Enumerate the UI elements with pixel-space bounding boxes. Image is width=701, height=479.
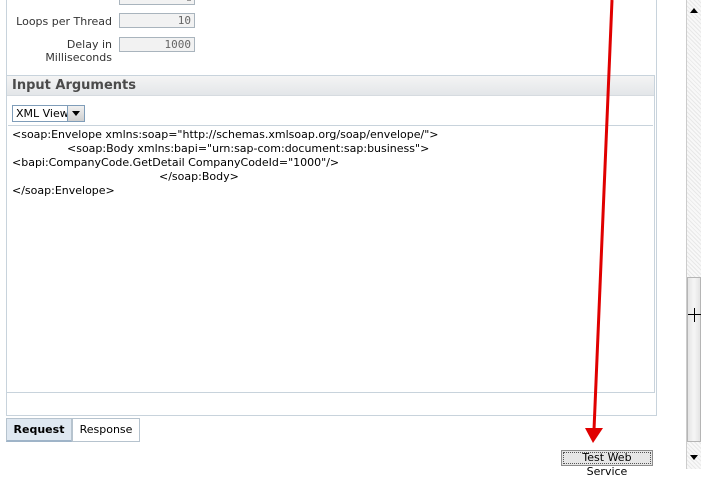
xml-line: <bapi:CompanyCode.GetDetail CompanyCodeI… [12, 156, 340, 169]
arrow-head-icon [585, 428, 603, 443]
test-web-service-button[interactable]: Test Web Service [561, 450, 653, 478]
tab-response[interactable]: Response [72, 418, 140, 442]
delay-input[interactable]: 1000 [119, 37, 195, 52]
tab-request[interactable]: Request [6, 418, 72, 442]
crosshair-cursor-icon [688, 308, 701, 322]
xml-line: </soap:Envelope> [12, 184, 115, 197]
input-arguments-section: Input Arguments XML View <soap:Envelope … [6, 75, 655, 393]
scrollbar-thumb[interactable] [687, 277, 701, 442]
xml-line: <soap:Envelope xmlns:soap="http://schema… [12, 128, 439, 141]
scroll-down-icon[interactable] [687, 450, 701, 464]
loops-input[interactable]: 10 [119, 13, 195, 28]
thread-count-input[interactable] [119, 0, 195, 5]
xml-editor[interactable]: <soap:Envelope xmlns:soap="http://schema… [8, 125, 653, 391]
loops-label: Loops per Thread [16, 15, 112, 28]
view-select[interactable]: XML View [12, 105, 85, 122]
view-select-value: XML View [16, 107, 69, 120]
chevron-down-icon[interactable] [67, 106, 84, 121]
delay-label: Delay in Milliseconds [45, 38, 112, 64]
spinner-icon [187, 0, 191, 1]
section-title: Input Arguments [12, 78, 136, 93]
xml-line: <soap:Body xmlns:bapi="urn:sap-com:docum… [67, 142, 430, 155]
scroll-up-icon[interactable] [687, 4, 701, 18]
section-header: Input Arguments [7, 76, 654, 96]
xml-line: </soap:Body> [159, 170, 239, 183]
